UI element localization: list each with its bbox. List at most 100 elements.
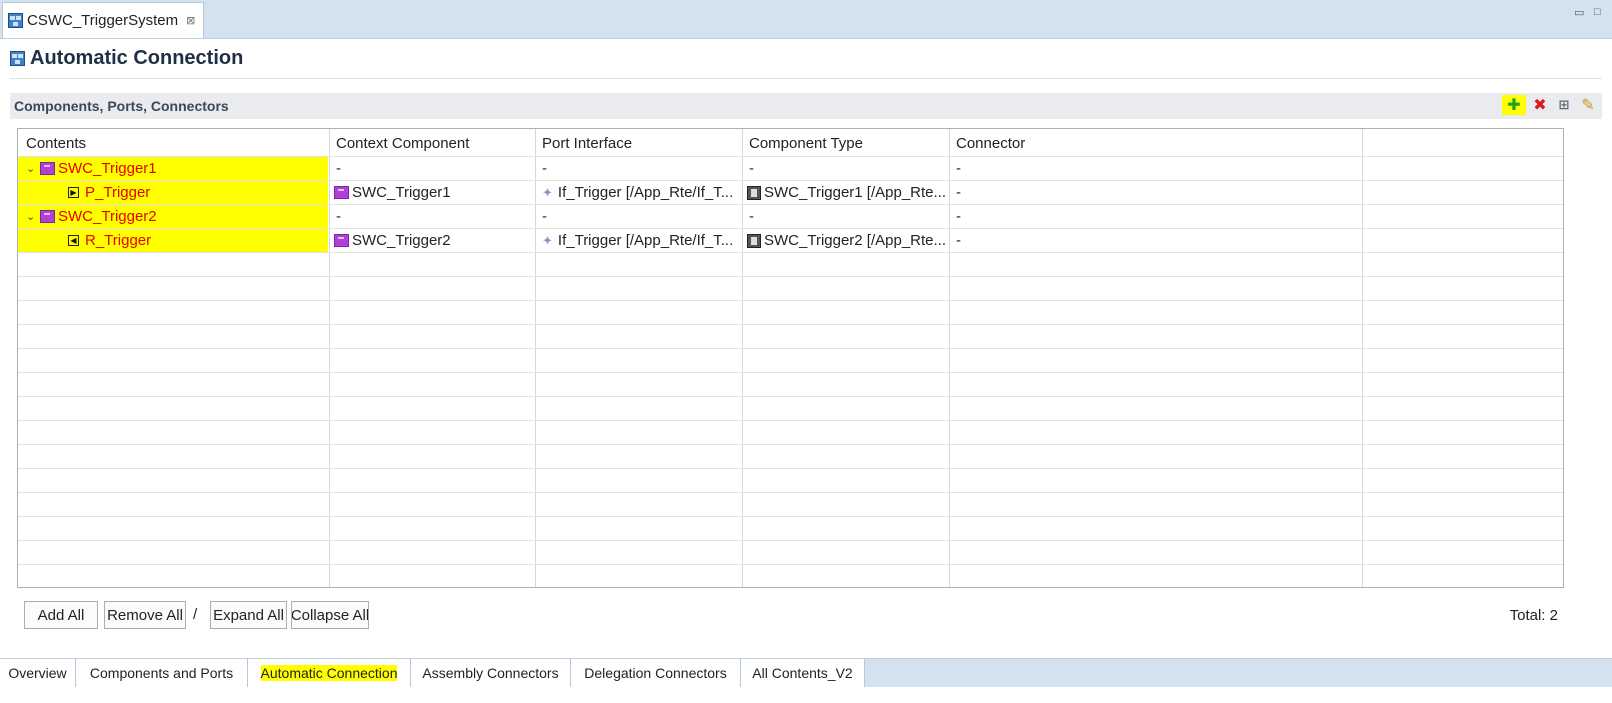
section-header: Components, Ports, Connectors ✚ ✖ ⊞ ✎ — [10, 93, 1602, 119]
column-header-context-component[interactable]: Context Component — [336, 135, 469, 152]
row-content: SWC_Trigger2 — [58, 208, 157, 225]
context-component-label: SWC_Trigger1 — [352, 184, 451, 201]
row-highlight — [18, 229, 328, 252]
composition-icon — [10, 51, 25, 66]
row-divider — [18, 300, 1563, 301]
component-icon — [334, 234, 349, 247]
component-icon — [40, 162, 55, 175]
close-icon[interactable]: ⊠ — [186, 14, 195, 27]
row-divider — [18, 516, 1563, 517]
column-header-component-type[interactable]: Component Type — [749, 135, 863, 152]
context-component-label: SWC_Trigger2 — [352, 232, 451, 249]
contents-table[interactable]: Contents Context Component Port Interfac… — [17, 128, 1564, 588]
grid-icon[interactable]: ⊞ — [1554, 95, 1574, 115]
maximize-icon[interactable]: □ — [1594, 6, 1601, 18]
row-content: SWC_Trigger1 — [58, 160, 157, 177]
required-port-icon: ◀ — [68, 235, 79, 246]
component-type-cell: SWC_Trigger1 [/App_Rte... — [747, 181, 951, 204]
connector-cell: - — [956, 232, 961, 249]
row-divider — [18, 228, 1563, 229]
tab-all-contents-v2[interactable]: All Contents_V2 — [741, 659, 865, 687]
row-divider — [18, 444, 1563, 445]
component-icon — [40, 210, 55, 223]
connector-cell: - — [956, 160, 961, 177]
column-header-port-interface[interactable]: Port Interface — [542, 135, 632, 152]
editor-tab-title: CSWC_TriggerSystem — [27, 12, 179, 29]
row-divider — [18, 348, 1563, 349]
component-type-label: SWC_Trigger2 [/App_Rte... — [764, 232, 947, 249]
connector-cell: - — [956, 184, 961, 201]
component-icon — [334, 186, 349, 199]
table-row[interactable]: ⌄ SWC_Trigger1 — [26, 157, 157, 180]
port-interface-cell: ✦ If_Trigger [/App_Rte/If_T... — [542, 229, 746, 252]
component-type-label: SWC_Trigger1 [/App_Rte... — [764, 184, 947, 201]
component-type-icon — [747, 233, 761, 248]
column-header-contents[interactable]: Contents — [26, 135, 86, 152]
context-component-cell: SWC_Trigger1 — [334, 181, 534, 204]
component-type-icon — [747, 185, 761, 200]
column-divider — [742, 129, 743, 587]
expand-all-button[interactable]: Expand All — [210, 601, 287, 629]
tab-label: Automatic Connection — [260, 665, 398, 681]
add-icon[interactable]: ✚ — [1502, 95, 1526, 115]
edit-icon[interactable]: ✎ — [1578, 95, 1598, 115]
component-type-cell: SWC_Trigger2 [/App_Rte... — [747, 229, 951, 252]
page-header: Automatic Connection — [10, 47, 243, 70]
tab-label: All Contents_V2 — [752, 665, 853, 681]
row-highlight — [18, 181, 328, 204]
port-interface-label: If_Trigger [/App_Rte/If_T... — [557, 232, 734, 249]
table-row[interactable]: ⌄ SWC_Trigger2 — [26, 205, 157, 228]
action-buttons: Add All Remove All / Expand All Collapse… — [0, 601, 1612, 631]
column-divider — [329, 129, 330, 587]
component-type-cell: - — [749, 208, 754, 225]
row-divider — [18, 372, 1563, 373]
row-divider — [18, 252, 1563, 253]
row-divider — [18, 324, 1563, 325]
port-interface-cell: ✦ If_Trigger [/App_Rte/If_T... — [542, 181, 746, 204]
component-type-cell: - — [749, 160, 754, 177]
context-component-cell: - — [336, 160, 341, 177]
tab-overview[interactable]: Overview — [0, 659, 76, 687]
tab-components-and-ports[interactable]: Components and Ports — [76, 659, 248, 687]
port-interface-cell: - — [542, 160, 547, 177]
section-toolbar: ✚ ✖ ⊞ ✎ — [1502, 95, 1598, 115]
minimize-icon[interactable]: ▭ — [1574, 6, 1584, 19]
total-count: Total: 2 — [1509, 607, 1558, 624]
context-component-cell: SWC_Trigger2 — [334, 229, 534, 252]
row-divider — [18, 396, 1563, 397]
row-divider — [18, 468, 1563, 469]
port-interface-cell: - — [542, 208, 547, 225]
collapse-all-button[interactable]: Collapse All — [291, 601, 369, 629]
provided-port-icon: ▶ — [68, 187, 79, 198]
row-divider — [18, 540, 1563, 541]
tab-automatic-connection[interactable]: Automatic Connection — [248, 659, 411, 687]
chevron-down-icon[interactable]: ⌄ — [26, 210, 35, 223]
tab-assembly-connectors[interactable]: Assembly Connectors — [411, 659, 571, 687]
row-divider — [18, 180, 1563, 181]
button-separator: / — [193, 606, 198, 623]
row-divider — [18, 420, 1563, 421]
add-all-button[interactable]: Add All — [24, 601, 98, 629]
row-content: P_Trigger — [85, 184, 151, 201]
context-component-cell: - — [336, 208, 341, 225]
port-interface-label: If_Trigger [/App_Rte/If_T... — [557, 184, 734, 201]
composition-icon — [8, 13, 23, 28]
remove-all-button[interactable]: Remove All — [104, 601, 186, 629]
row-divider — [18, 204, 1563, 205]
column-divider — [949, 129, 950, 587]
interface-icon: ✦ — [542, 232, 553, 248]
delete-icon[interactable]: ✖ — [1530, 95, 1550, 115]
table-row[interactable]: ◀ R_Trigger — [68, 229, 151, 252]
tab-delegation-connectors[interactable]: Delegation Connectors — [571, 659, 741, 687]
column-header-connector[interactable]: Connector — [956, 135, 1025, 152]
tab-label: Delegation Connectors — [584, 665, 727, 681]
tab-label: Assembly Connectors — [422, 665, 559, 681]
row-content: R_Trigger — [85, 232, 152, 249]
chevron-down-icon[interactable]: ⌄ — [26, 162, 35, 175]
page-tabs: Overview Components and Ports Automatic … — [0, 658, 1612, 687]
table-row[interactable]: ▶ P_Trigger — [68, 181, 150, 204]
editor-tab[interactable]: CSWC_TriggerSystem ⊠ — [2, 2, 204, 38]
section-title: Components, Ports, Connectors — [14, 98, 229, 114]
column-divider — [535, 129, 536, 587]
header-divider — [10, 78, 1602, 79]
